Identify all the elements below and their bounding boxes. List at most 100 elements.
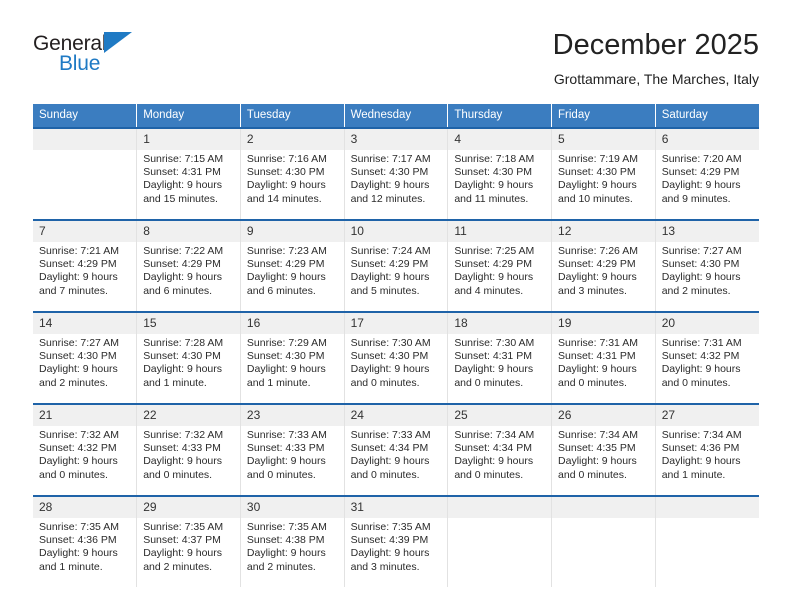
sunrise-time: Sunrise: 7:19 AM bbox=[558, 153, 638, 165]
daylight-duration-line1: Daylight: 9 hours bbox=[143, 547, 222, 560]
calendar-day-cell[interactable]: 22 Sunrise: 7:32 AM Sunset: 4:33 PM Dayligh… bbox=[136, 403, 241, 496]
daylight-duration-line2: and 15 minutes. bbox=[143, 192, 218, 205]
calendar-day-cell[interactable]: 19 Sunrise: 7:31 AM Sunset: 4:31 PM Dayligh… bbox=[551, 311, 656, 404]
day-number: 16 bbox=[240, 313, 344, 334]
calendar-day-cell[interactable]: 15 Sunrise: 7:28 AM Sunset: 4:30 PM Dayligh… bbox=[136, 311, 241, 404]
calendar-day-cell[interactable]: 14 Sunrise: 7:27 AM Sunset: 4:30 PM Dayligh… bbox=[33, 311, 138, 404]
page-title: December 2025 bbox=[552, 29, 759, 61]
day-number: 12 bbox=[552, 221, 655, 242]
sunset-time: Sunset: 4:31 PM bbox=[454, 350, 532, 363]
calendar-day-cell[interactable]: 7 Sunrise: 7:21 AM Sunset: 4:29 PM Daylight… bbox=[33, 219, 138, 312]
day-cell-inner bbox=[33, 129, 137, 219]
daylight-duration-line1: Daylight: 9 hours bbox=[350, 271, 430, 284]
day-details: Sunrise: 7:23 AM Sunset: 4:29 PM Daylight:… bbox=[241, 242, 344, 298]
sunrise-time: Sunrise: 7:31 AM bbox=[661, 337, 742, 349]
daylight-duration-line2: and 14 minutes. bbox=[246, 192, 322, 205]
daylight-duration-line2: and 11 minutes. bbox=[454, 192, 529, 205]
calendar-day-cell[interactable]: 25 Sunrise: 7:34 AM Sunset: 4:34 PM Dayligh… bbox=[447, 403, 553, 496]
day-cell-inner bbox=[448, 497, 552, 587]
calendar-day-cell[interactable]: 13 Sunrise: 7:27 AM Sunset: 4:30 PM Dayligh… bbox=[655, 219, 759, 312]
daylight-duration-line2: and 6 minutes. bbox=[143, 284, 213, 297]
calendar-day-cell[interactable]: 27 Sunrise: 7:34 AM Sunset: 4:36 PM Dayligh… bbox=[655, 403, 759, 496]
daylight-duration-line1: Daylight: 9 hours bbox=[661, 271, 741, 284]
day-details: Sunrise: 7:31 AM Sunset: 4:31 PM Daylight:… bbox=[552, 334, 655, 390]
sunrise-time: Sunrise: 7:24 AM bbox=[350, 245, 431, 257]
daylight-duration-line1: Daylight: 9 hours bbox=[350, 363, 430, 376]
daylight-duration-line2: and 0 minutes. bbox=[350, 468, 420, 481]
day-number bbox=[655, 497, 759, 518]
day-number: 17 bbox=[344, 313, 448, 334]
sunrise-time: Sunrise: 7:23 AM bbox=[246, 245, 327, 257]
daylight-duration-line1: Daylight: 9 hours bbox=[454, 179, 534, 192]
day-cell-inner: 14 Sunrise: 7:27 AM Sunset: 4:30 PM Dayligh… bbox=[33, 313, 137, 403]
calendar-day-cell[interactable]: 29 Sunrise: 7:35 AM Sunset: 4:37 PM Dayligh… bbox=[136, 495, 241, 587]
sunset-time: Sunset: 4:30 PM bbox=[350, 350, 429, 363]
weekday-header-thursday: Thursday bbox=[447, 104, 553, 128]
calendar-day-cell[interactable]: 11 Sunrise: 7:25 AM Sunset: 4:29 PM Dayligh… bbox=[447, 219, 553, 312]
sunrise-time: Sunrise: 7:18 AM bbox=[454, 153, 535, 165]
calendar-day-cell[interactable]: 8 Sunrise: 7:22 AM Sunset: 4:29 PM Daylight… bbox=[136, 219, 241, 312]
calendar-day-cell[interactable]: 21 Sunrise: 7:32 AM Sunset: 4:32 PM Dayligh… bbox=[33, 403, 138, 496]
sunrise-time: Sunrise: 7:34 AM bbox=[661, 429, 742, 441]
sunset-time: Sunset: 4:39 PM bbox=[350, 534, 429, 547]
generalblue-logo[interactable]: General Blue bbox=[33, 32, 193, 90]
day-details: Sunrise: 7:34 AM Sunset: 4:34 PM Daylight:… bbox=[448, 426, 551, 482]
day-details: Sunrise: 7:25 AM Sunset: 4:29 PM Daylight:… bbox=[448, 242, 551, 298]
calendar-day-cell[interactable]: 16 Sunrise: 7:29 AM Sunset: 4:30 PM Dayligh… bbox=[240, 311, 345, 404]
calendar-day-cell[interactable]: 17 Sunrise: 7:30 AM Sunset: 4:30 PM Dayligh… bbox=[344, 311, 449, 404]
calendar-day-cell[interactable]: 12 Sunrise: 7:26 AM Sunset: 4:29 PM Dayligh… bbox=[551, 219, 656, 312]
daylight-duration-line2: and 9 minutes. bbox=[661, 192, 731, 205]
sunrise-time: Sunrise: 7:21 AM bbox=[39, 245, 119, 257]
sunrise-time: Sunrise: 7:27 AM bbox=[661, 245, 742, 257]
calendar-day-cell[interactable]: 28 Sunrise: 7:35 AM Sunset: 4:36 PM Dayligh… bbox=[33, 495, 138, 587]
sunset-time: Sunset: 4:29 PM bbox=[143, 258, 221, 271]
day-cell-inner: 18 Sunrise: 7:30 AM Sunset: 4:31 PM Dayligh… bbox=[448, 313, 552, 403]
calendar-day-cell[interactable]: 26 Sunrise: 7:34 AM Sunset: 4:35 PM Dayligh… bbox=[551, 403, 656, 496]
day-number: 25 bbox=[448, 405, 552, 426]
day-cell-inner: 30 Sunrise: 7:35 AM Sunset: 4:38 PM Dayligh… bbox=[240, 497, 344, 587]
day-cell-inner: 2 Sunrise: 7:16 AM Sunset: 4:30 PM Daylight… bbox=[240, 129, 344, 219]
day-number bbox=[448, 497, 552, 518]
calendar-day-cell[interactable]: 18 Sunrise: 7:30 AM Sunset: 4:31 PM Dayligh… bbox=[447, 311, 553, 404]
calendar-day-cell[interactable]: 4 Sunrise: 7:18 AM Sunset: 4:30 PM Daylight… bbox=[447, 127, 553, 220]
sunset-time: Sunset: 4:38 PM bbox=[246, 534, 325, 547]
day-cell-inner: 26 Sunrise: 7:34 AM Sunset: 4:35 PM Dayligh… bbox=[552, 405, 655, 495]
logo-triangle-icon bbox=[104, 32, 133, 53]
calendar-day-cell[interactable]: 30 Sunrise: 7:35 AM Sunset: 4:38 PM Dayligh… bbox=[240, 495, 345, 587]
day-details: Sunrise: 7:30 AM Sunset: 4:30 PM Daylight:… bbox=[345, 334, 448, 390]
daylight-duration-line1: Daylight: 9 hours bbox=[558, 455, 637, 468]
day-details: Sunrise: 7:35 AM Sunset: 4:36 PM Daylight:… bbox=[33, 518, 136, 574]
daylight-duration-line1: Daylight: 9 hours bbox=[39, 455, 118, 468]
calendar-day-cell[interactable]: 31 Sunrise: 7:35 AM Sunset: 4:39 PM Dayligh… bbox=[344, 495, 449, 587]
calendar-day-cell[interactable]: 1 Sunrise: 7:15 AM Sunset: 4:31 PM Daylight… bbox=[136, 127, 241, 220]
day-details: Sunrise: 7:35 AM Sunset: 4:38 PM Daylight:… bbox=[241, 518, 344, 574]
daylight-duration-line1: Daylight: 9 hours bbox=[661, 179, 741, 192]
calendar-day-cell[interactable]: 20 Sunrise: 7:31 AM Sunset: 4:32 PM Dayligh… bbox=[655, 311, 759, 404]
day-cell-inner: 12 Sunrise: 7:26 AM Sunset: 4:29 PM Dayligh… bbox=[552, 221, 655, 311]
calendar-day-cell[interactable]: 5 Sunrise: 7:19 AM Sunset: 4:30 PM Daylight… bbox=[551, 127, 656, 220]
daylight-duration-line1: Daylight: 9 hours bbox=[39, 363, 118, 376]
day-cell-inner: 25 Sunrise: 7:34 AM Sunset: 4:34 PM Dayligh… bbox=[448, 405, 552, 495]
sunrise-time: Sunrise: 7:33 AM bbox=[350, 429, 431, 441]
daylight-duration-line1: Daylight: 9 hours bbox=[454, 455, 534, 468]
calendar-day-cell[interactable]: 23 Sunrise: 7:33 AM Sunset: 4:33 PM Dayligh… bbox=[240, 403, 345, 496]
calendar-day-cell[interactable]: 3 Sunrise: 7:17 AM Sunset: 4:30 PM Daylight… bbox=[344, 127, 449, 220]
day-details: Sunrise: 7:29 AM Sunset: 4:30 PM Daylight:… bbox=[241, 334, 344, 390]
daylight-duration-line2: and 7 minutes. bbox=[39, 284, 108, 297]
calendar-day-cell[interactable]: 10 Sunrise: 7:24 AM Sunset: 4:29 PM Dayligh… bbox=[344, 219, 449, 312]
calendar-day-cell-empty bbox=[551, 495, 656, 587]
sunrise-time: Sunrise: 7:30 AM bbox=[350, 337, 431, 349]
day-number bbox=[33, 129, 137, 150]
day-number: 18 bbox=[448, 313, 552, 334]
calendar-day-cell[interactable]: 24 Sunrise: 7:33 AM Sunset: 4:34 PM Dayligh… bbox=[344, 403, 449, 496]
calendar-table: Sunday Monday Tuesday Wednesday Thursday… bbox=[33, 104, 759, 587]
sunset-time: Sunset: 4:31 PM bbox=[558, 350, 636, 363]
daylight-duration-line2: and 0 minutes. bbox=[350, 376, 420, 389]
calendar-day-cell[interactable]: 9 Sunrise: 7:23 AM Sunset: 4:29 PM Daylight… bbox=[240, 219, 345, 312]
day-cell-inner: 3 Sunrise: 7:17 AM Sunset: 4:30 PM Daylight… bbox=[344, 129, 448, 219]
calendar-day-cell[interactable]: 6 Sunrise: 7:20 AM Sunset: 4:29 PM Daylight… bbox=[655, 127, 759, 220]
calendar-day-cell[interactable]: 2 Sunrise: 7:16 AM Sunset: 4:30 PM Daylight… bbox=[240, 127, 345, 220]
day-cell-inner: 23 Sunrise: 7:33 AM Sunset: 4:33 PM Dayligh… bbox=[240, 405, 344, 495]
day-details: Sunrise: 7:30 AM Sunset: 4:31 PM Daylight:… bbox=[448, 334, 551, 390]
day-cell-inner: 9 Sunrise: 7:23 AM Sunset: 4:29 PM Daylight… bbox=[240, 221, 344, 311]
